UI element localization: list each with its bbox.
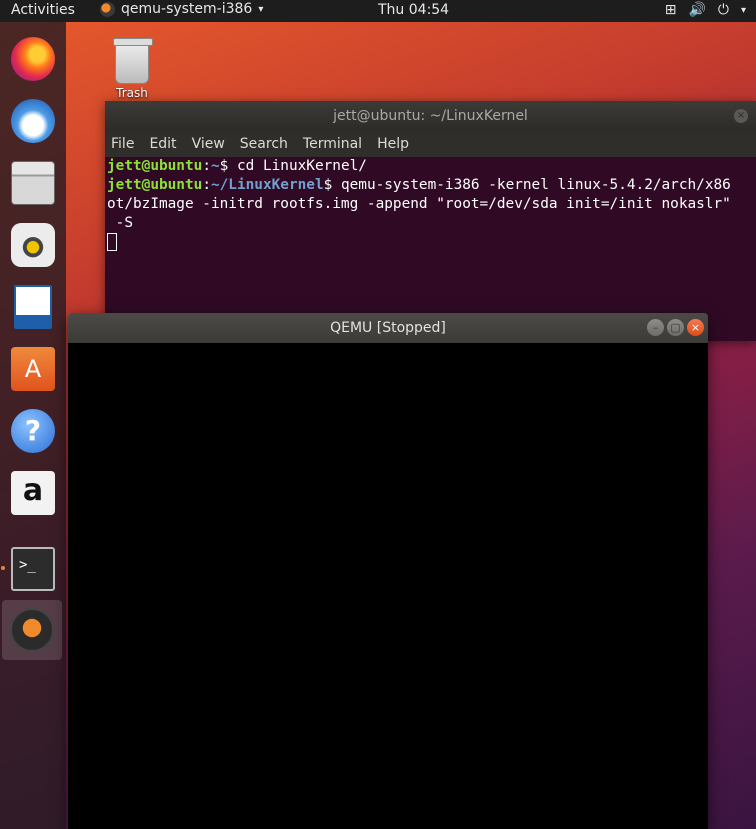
- help-icon: ?: [11, 409, 55, 453]
- dock-item-qemu[interactable]: [2, 600, 62, 660]
- firefox-icon: [11, 37, 55, 81]
- amazon-icon: a: [11, 471, 55, 515]
- document-icon: [14, 285, 52, 329]
- terminal-menubar: File Edit View Search Terminal Help: [105, 131, 756, 157]
- volume-icon[interactable]: 🔊: [688, 2, 705, 18]
- app-menu[interactable]: qemu-system-i386 ▾: [100, 1, 263, 17]
- window-title: jett@ubuntu: ~/LinuxKernel: [333, 108, 528, 124]
- menu-help[interactable]: Help: [377, 136, 416, 152]
- desktop-trash[interactable]: Trash: [110, 38, 154, 100]
- dock-item-help[interactable]: ?: [8, 404, 58, 458]
- window-controls: – ▢ ×: [647, 319, 704, 336]
- terminal-titlebar[interactable]: jett@ubuntu: ~/LinuxKernel ×: [105, 101, 756, 131]
- terminal-line: [107, 233, 756, 254]
- terminal-line: jett@ubuntu:~/LinuxKernel$ qemu-system-i…: [107, 177, 731, 193]
- minimize-icon[interactable]: –: [647, 319, 664, 336]
- trash-icon: [113, 38, 153, 84]
- terminal-line: jett@ubuntu:~$ cd LinuxKernel/: [107, 158, 367, 174]
- dock-item-firefox[interactable]: [8, 32, 58, 86]
- terminal-output[interactable]: jett@ubuntu:~$ cd LinuxKernel/jett@ubunt…: [105, 157, 756, 254]
- maximize-icon[interactable]: ▢: [667, 319, 684, 336]
- terminal-icon: >_: [11, 547, 55, 591]
- thunderbird-icon: [11, 99, 55, 143]
- qemu-window[interactable]: QEMU [Stopped] – ▢ ×: [68, 313, 708, 829]
- window-title: QEMU [Stopped]: [330, 320, 446, 336]
- power-icon[interactable]: ⏻: [718, 2, 729, 18]
- qemu-icon: [10, 608, 54, 652]
- text-cursor: [107, 233, 117, 251]
- menu-file[interactable]: File: [111, 136, 141, 152]
- chevron-down-icon: ▾: [258, 3, 264, 15]
- menu-edit[interactable]: Edit: [149, 136, 183, 152]
- close-icon[interactable]: ×: [687, 319, 704, 336]
- dock-item-files[interactable]: [8, 156, 58, 210]
- terminal-line: -S: [107, 215, 133, 231]
- dock-item-thunderbird[interactable]: [8, 94, 58, 148]
- clock[interactable]: Thu 04:54: [378, 2, 449, 18]
- file-cabinet-icon: [11, 161, 55, 205]
- terminal-line: ot/bzImage -initrd rootfs.img -append "r…: [107, 196, 731, 212]
- app-menu-label: qemu-system-i386: [121, 1, 253, 17]
- menu-search[interactable]: Search: [240, 136, 295, 152]
- dock-item-terminal[interactable]: >_: [8, 542, 58, 596]
- close-icon[interactable]: ×: [734, 109, 748, 123]
- dock: A ? a >_: [0, 22, 66, 829]
- activities-button[interactable]: Activities: [11, 2, 75, 18]
- dock-item-software[interactable]: A: [8, 342, 58, 396]
- menu-terminal[interactable]: Terminal: [303, 136, 369, 152]
- dock-item-amazon[interactable]: a: [8, 466, 58, 520]
- chevron-down-icon[interactable]: ▾: [741, 5, 746, 16]
- dock-item-rhythmbox[interactable]: [8, 218, 58, 272]
- network-icon[interactable]: ⊞: [665, 2, 677, 18]
- qemu-display[interactable]: [68, 343, 708, 829]
- system-tray[interactable]: ⊞ 🔊 ⏻ ▾: [665, 2, 746, 18]
- trash-label: Trash: [116, 86, 148, 100]
- shopping-bag-icon: A: [11, 347, 55, 391]
- speaker-icon: [11, 223, 55, 267]
- qemu-app-icon: [100, 1, 115, 17]
- menu-view[interactable]: View: [192, 136, 232, 152]
- qemu-titlebar[interactable]: QEMU [Stopped] – ▢ ×: [68, 313, 708, 343]
- terminal-window[interactable]: jett@ubuntu: ~/LinuxKernel × File Edit V…: [105, 101, 756, 341]
- dock-item-writer[interactable]: [8, 280, 58, 334]
- running-indicator: [1, 566, 5, 570]
- top-bar: Activities qemu-system-i386 ▾ Thu 04:54 …: [0, 0, 756, 22]
